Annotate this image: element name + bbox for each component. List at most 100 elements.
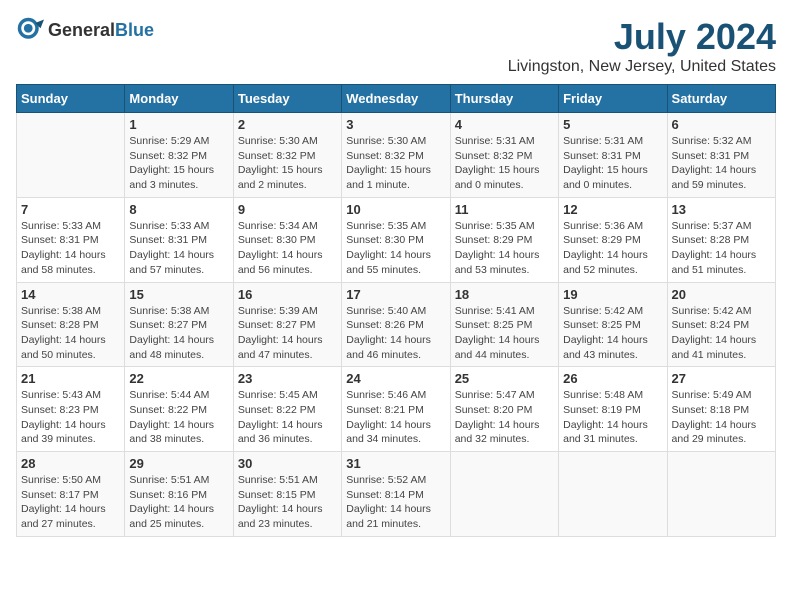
day-number: 7: [21, 202, 120, 217]
calendar-cell: 28 Sunrise: 5:50 AMSunset: 8:17 PMDayligh…: [17, 452, 125, 537]
calendar-cell: 30 Sunrise: 5:51 AMSunset: 8:15 PMDayligh…: [233, 452, 341, 537]
calendar-cell: 7 Sunrise: 5:33 AMSunset: 8:31 PMDaylight…: [17, 197, 125, 282]
day-info: Sunrise: 5:39 AMSunset: 8:27 PMDaylight:…: [238, 304, 337, 363]
calendar-cell: 6Sunrise: 5:32 AMSunset: 8:31 PMDaylight…: [667, 113, 775, 198]
calendar-cell: 31 Sunrise: 5:52 AMSunset: 8:14 PMDayligh…: [342, 452, 450, 537]
day-number: 20: [672, 287, 771, 302]
day-info: Sunrise: 5:44 AMSunset: 8:22 PMDaylight:…: [129, 388, 228, 447]
day-info: Sunrise: 5:30 AMSunset: 8:32 PMDaylight:…: [346, 134, 445, 193]
day-info: Sunrise: 5:30 AMSunset: 8:32 PMDaylight:…: [238, 134, 337, 193]
day-number: 21: [21, 371, 120, 386]
day-number: 16: [238, 287, 337, 302]
logo-general: General: [48, 20, 115, 40]
calendar-week-2: 7 Sunrise: 5:33 AMSunset: 8:31 PMDaylight…: [17, 197, 776, 282]
calendar-cell: 27 Sunrise: 5:49 AMSunset: 8:18 PMDayligh…: [667, 367, 775, 452]
day-info: Sunrise: 5:41 AMSunset: 8:25 PMDaylight:…: [455, 304, 554, 363]
day-number: 30: [238, 456, 337, 471]
day-info: Sunrise: 5:34 AMSunset: 8:30 PMDaylight:…: [238, 219, 337, 278]
day-info: Sunrise: 5:49 AMSunset: 8:18 PMDaylight:…: [672, 388, 771, 447]
logo: GeneralBlue: [16, 16, 154, 44]
calendar-cell: 19Sunrise: 5:42 AMSunset: 8:25 PMDayligh…: [559, 282, 667, 367]
calendar-cell: 14Sunrise: 5:38 AMSunset: 8:28 PMDayligh…: [17, 282, 125, 367]
day-number: 9: [238, 202, 337, 217]
day-number: 2: [238, 117, 337, 132]
col-monday: Monday: [125, 85, 233, 113]
day-info: Sunrise: 5:42 AMSunset: 8:24 PMDaylight:…: [672, 304, 771, 363]
calendar-cell: 16 Sunrise: 5:39 AMSunset: 8:27 PMDayligh…: [233, 282, 341, 367]
day-number: 15: [129, 287, 228, 302]
calendar-cell: 22 Sunrise: 5:44 AMSunset: 8:22 PMDayligh…: [125, 367, 233, 452]
day-number: 23: [238, 371, 337, 386]
calendar-cell: 4 Sunrise: 5:31 AMSunset: 8:32 PMDaylight…: [450, 113, 558, 198]
col-tuesday: Tuesday: [233, 85, 341, 113]
day-info: Sunrise: 5:46 AMSunset: 8:21 PMDaylight:…: [346, 388, 445, 447]
calendar-week-3: 14Sunrise: 5:38 AMSunset: 8:28 PMDayligh…: [17, 282, 776, 367]
day-info: Sunrise: 5:31 AMSunset: 8:32 PMDaylight:…: [455, 134, 554, 193]
calendar-cell: 3 Sunrise: 5:30 AMSunset: 8:32 PMDaylight…: [342, 113, 450, 198]
day-number: 22: [129, 371, 228, 386]
day-number: 6: [672, 117, 771, 132]
day-number: 18: [455, 287, 554, 302]
calendar-cell: [559, 452, 667, 537]
day-number: 10: [346, 202, 445, 217]
day-info: Sunrise: 5:43 AMSunset: 8:23 PMDaylight:…: [21, 388, 120, 447]
day-info: Sunrise: 5:52 AMSunset: 8:14 PMDaylight:…: [346, 473, 445, 532]
day-info: Sunrise: 5:40 AMSunset: 8:26 PMDaylight:…: [346, 304, 445, 363]
day-number: 24: [346, 371, 445, 386]
calendar-week-4: 21 Sunrise: 5:43 AMSunset: 8:23 PMDayligh…: [17, 367, 776, 452]
calendar-cell: 2 Sunrise: 5:30 AMSunset: 8:32 PMDaylight…: [233, 113, 341, 198]
day-info: Sunrise: 5:36 AMSunset: 8:29 PMDaylight:…: [563, 219, 662, 278]
day-info: Sunrise: 5:37 AMSunset: 8:28 PMDaylight:…: [672, 219, 771, 278]
calendar-body: 1Sunrise: 5:29 AMSunset: 8:32 PMDaylight…: [17, 113, 776, 537]
day-number: 26: [563, 371, 662, 386]
day-number: 5: [563, 117, 662, 132]
calendar-week-5: 28 Sunrise: 5:50 AMSunset: 8:17 PMDayligh…: [17, 452, 776, 537]
day-info: Sunrise: 5:33 AMSunset: 8:31 PMDaylight:…: [21, 219, 120, 278]
day-number: 3: [346, 117, 445, 132]
calendar-cell: 26Sunrise: 5:48 AMSunset: 8:19 PMDayligh…: [559, 367, 667, 452]
col-wednesday: Wednesday: [342, 85, 450, 113]
calendar-cell: 10Sunrise: 5:35 AMSunset: 8:30 PMDayligh…: [342, 197, 450, 282]
day-number: 29: [129, 456, 228, 471]
calendar-cell: 18 Sunrise: 5:41 AMSunset: 8:25 PMDayligh…: [450, 282, 558, 367]
calendar-cell: 29 Sunrise: 5:51 AMSunset: 8:16 PMDayligh…: [125, 452, 233, 537]
logo-icon: [16, 16, 44, 44]
day-number: 12: [563, 202, 662, 217]
day-info: Sunrise: 5:33 AMSunset: 8:31 PMDaylight:…: [129, 219, 228, 278]
calendar-cell: 15Sunrise: 5:38 AMSunset: 8:27 PMDayligh…: [125, 282, 233, 367]
calendar-table: Sunday Monday Tuesday Wednesday Thursday…: [16, 84, 776, 537]
day-info: Sunrise: 5:50 AMSunset: 8:17 PMDaylight:…: [21, 473, 120, 532]
calendar-cell: 5 Sunrise: 5:31 AMSunset: 8:31 PMDaylight…: [559, 113, 667, 198]
calendar-cell: 24 Sunrise: 5:46 AMSunset: 8:21 PMDayligh…: [342, 367, 450, 452]
month-title: July 2024: [508, 16, 776, 58]
day-number: 17: [346, 287, 445, 302]
calendar-cell: 20 Sunrise: 5:42 AMSunset: 8:24 PMDayligh…: [667, 282, 775, 367]
calendar-cell: 12 Sunrise: 5:36 AMSunset: 8:29 PMDayligh…: [559, 197, 667, 282]
day-info: Sunrise: 5:31 AMSunset: 8:31 PMDaylight:…: [563, 134, 662, 193]
day-info: Sunrise: 5:51 AMSunset: 8:16 PMDaylight:…: [129, 473, 228, 532]
calendar-cell: 13Sunrise: 5:37 AMSunset: 8:28 PMDayligh…: [667, 197, 775, 282]
calendar-cell: [450, 452, 558, 537]
day-info: Sunrise: 5:35 AMSunset: 8:29 PMDaylight:…: [455, 219, 554, 278]
day-number: 4: [455, 117, 554, 132]
day-info: Sunrise: 5:45 AMSunset: 8:22 PMDaylight:…: [238, 388, 337, 447]
calendar-cell: 23 Sunrise: 5:45 AMSunset: 8:22 PMDayligh…: [233, 367, 341, 452]
day-number: 31: [346, 456, 445, 471]
col-thursday: Thursday: [450, 85, 558, 113]
day-number: 28: [21, 456, 120, 471]
day-number: 27: [672, 371, 771, 386]
location-title: Livingston, New Jersey, United States: [508, 58, 776, 76]
day-info: Sunrise: 5:47 AMSunset: 8:20 PMDaylight:…: [455, 388, 554, 447]
calendar-cell: 21 Sunrise: 5:43 AMSunset: 8:23 PMDayligh…: [17, 367, 125, 452]
calendar-cell: [17, 113, 125, 198]
col-sunday: Sunday: [17, 85, 125, 113]
day-number: 19: [563, 287, 662, 302]
calendar-cell: 11Sunrise: 5:35 AMSunset: 8:29 PMDayligh…: [450, 197, 558, 282]
calendar-cell: 1Sunrise: 5:29 AMSunset: 8:32 PMDaylight…: [125, 113, 233, 198]
day-info: Sunrise: 5:51 AMSunset: 8:15 PMDaylight:…: [238, 473, 337, 532]
calendar-week-1: 1Sunrise: 5:29 AMSunset: 8:32 PMDaylight…: [17, 113, 776, 198]
day-info: Sunrise: 5:29 AMSunset: 8:32 PMDaylight:…: [129, 134, 228, 193]
logo-blue: Blue: [115, 20, 154, 40]
day-number: 14: [21, 287, 120, 302]
calendar-cell: 17 Sunrise: 5:40 AMSunset: 8:26 PMDayligh…: [342, 282, 450, 367]
